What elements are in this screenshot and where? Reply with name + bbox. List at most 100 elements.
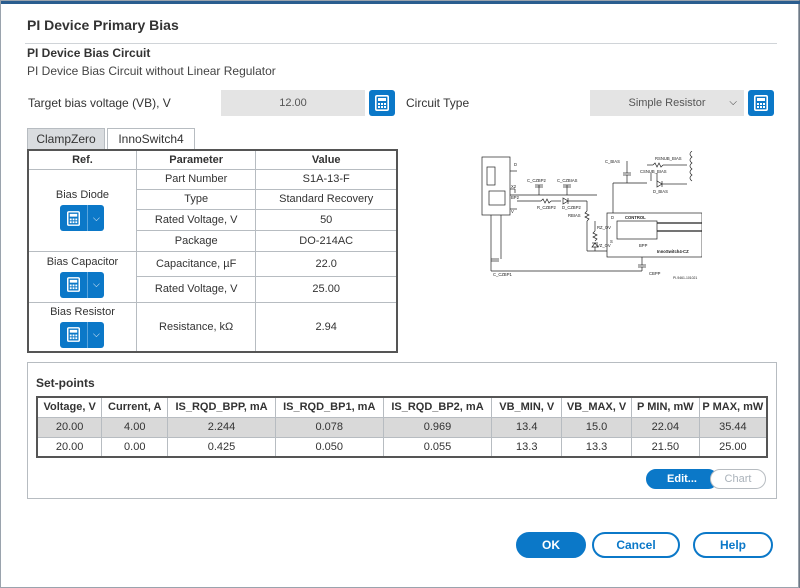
table-row: Bias Diode ⌵ Part Number S1A-13-F bbox=[27, 168, 398, 252]
table-cell: 35.44 bbox=[698, 416, 768, 438]
value-column-header: Value bbox=[255, 149, 398, 170]
value-cell: Standard Recovery bbox=[255, 188, 398, 210]
target-voltage-calculator-button[interactable] bbox=[369, 90, 395, 116]
table-cell: 20.00 bbox=[36, 436, 103, 458]
table-cell: 13.3 bbox=[491, 436, 563, 458]
schematic-label-r-czbp2: R_CZBP2 bbox=[537, 205, 557, 210]
schematic-label-csnub: CSNUB_BIAS bbox=[640, 169, 667, 174]
calculator-icon bbox=[67, 277, 81, 292]
table-row: Bias Capacitor ⌵ Capacitance, µF 22.0 bbox=[27, 250, 398, 303]
chevron-down-icon[interactable]: ⌵ bbox=[88, 272, 104, 298]
bias-diode-calculator-split-button[interactable]: ⌵ bbox=[60, 205, 105, 231]
schematic-label-d-bias: D_BIAS bbox=[653, 189, 668, 194]
schematic-label-x2: X2 bbox=[511, 184, 517, 189]
table-cell: 0.050 bbox=[274, 436, 384, 458]
column-header: VB_MIN, V bbox=[491, 396, 563, 418]
bias-circuit-schematic: D X2 BP2 V C_CZBP2 C_CZBIAS R_CZBP2 D_CZ… bbox=[481, 151, 702, 280]
table-cell: 13.4 bbox=[491, 416, 563, 438]
column-header: VB_MAX, V bbox=[561, 396, 632, 418]
bias-capacitor-ref-cell: Bias Capacitor ⌵ bbox=[27, 250, 137, 303]
schematic-label-c-czbias: C_CZBIAS bbox=[557, 178, 578, 183]
table-row[interactable]: 20.00 4.00 2.244 0.078 0.969 13.4 15.0 2… bbox=[36, 416, 768, 438]
dialog-title: PI Device Primary Bias bbox=[27, 17, 179, 33]
table-cell: 0.055 bbox=[382, 436, 493, 458]
bias-diode-ref-cell: Bias Diode ⌵ bbox=[27, 168, 137, 252]
table-cell: 4.00 bbox=[101, 416, 169, 438]
bias-diode-label: Bias Diode bbox=[55, 189, 110, 201]
calculator-icon bbox=[67, 327, 81, 343]
schematic-label-vz-ov: VZ_OV bbox=[597, 243, 611, 248]
column-header: P MAX, mW bbox=[698, 396, 768, 418]
setpoints-title: Set-points bbox=[36, 376, 95, 390]
param-cell: Capacitance, µF bbox=[135, 250, 257, 277]
tab-clampzero[interactable]: ClampZero bbox=[27, 128, 105, 150]
bias-diode-calculator-button[interactable] bbox=[60, 205, 89, 231]
cancel-button[interactable]: Cancel bbox=[592, 532, 680, 558]
circuit-type-calculator-button[interactable] bbox=[748, 90, 774, 116]
window-top-strip bbox=[1, 1, 800, 4]
table-cell: 20.00 bbox=[36, 416, 103, 438]
component-parameters-table: Ref. Parameter Value Bias Diode ⌵ Part N… bbox=[27, 149, 398, 353]
column-header: P MIN, mW bbox=[631, 396, 700, 418]
section-subheading: PI Device Bias Circuit without Linear Re… bbox=[27, 64, 276, 78]
target-voltage-label: Target bias voltage (VB), V bbox=[28, 96, 171, 110]
column-header: IS_RQD_BP1, mA bbox=[274, 396, 384, 418]
schematic-label-d-czbp2: D_CZBP2 bbox=[562, 205, 582, 210]
schematic-ref-number: PI-9461-101021 bbox=[673, 276, 697, 280]
table-row[interactable]: 20.00 0.00 0.425 0.050 0.055 13.3 13.3 2… bbox=[36, 436, 768, 458]
table-cell: 0.969 bbox=[382, 416, 493, 438]
circuit-type-select[interactable]: Simple Resistor ⌵ bbox=[590, 90, 744, 116]
bias-resistor-label: Bias Resistor bbox=[50, 305, 115, 318]
chevron-down-icon: ⌵ bbox=[729, 97, 737, 108]
param-cell: Package bbox=[135, 229, 257, 252]
table-cell: 0.425 bbox=[167, 436, 276, 458]
chevron-down-icon[interactable]: ⌵ bbox=[88, 322, 104, 348]
schematic-label-c-czbp1: C_CZBP1 bbox=[493, 272, 513, 277]
schematic-label-d: D bbox=[514, 162, 517, 167]
title-divider bbox=[25, 43, 777, 44]
circuit-type-label: Circuit Type bbox=[406, 96, 470, 110]
table-cell: 13.3 bbox=[561, 436, 632, 458]
schematic-label-rsnub: RSNUB_BIAS bbox=[655, 156, 682, 161]
value-cell: 25.00 bbox=[255, 275, 398, 303]
bias-capacitor-calculator-button[interactable] bbox=[60, 271, 89, 298]
schematic-label-c-czbp2: C_CZBP2 bbox=[527, 178, 547, 183]
param-cell: Part Number bbox=[135, 168, 257, 190]
calculator-icon bbox=[754, 95, 768, 111]
column-header: Current, A bbox=[101, 396, 169, 418]
schematic-label-c-bias: C_BIAS bbox=[605, 159, 620, 164]
table-cell: 15.0 bbox=[561, 416, 632, 438]
ref-column-header: Ref. bbox=[27, 149, 137, 170]
tab-innoswitch4[interactable]: InnoSwitch4 bbox=[107, 128, 195, 150]
value-cell: DO-214AC bbox=[255, 229, 398, 252]
column-header: Voltage, V bbox=[36, 396, 103, 418]
target-voltage-field[interactable]: 12.00 bbox=[221, 90, 365, 116]
bias-resistor-calculator-split-button[interactable]: ⌵ bbox=[60, 321, 105, 348]
schematic-label-inno: InnoSwitch4-CZ bbox=[657, 249, 689, 254]
schematic-label-control: CONTROL bbox=[625, 215, 646, 220]
param-cell: Rated Voltage, V bbox=[135, 275, 257, 303]
help-button[interactable]: Help bbox=[693, 532, 773, 558]
circuit-type-value: Simple Resistor bbox=[628, 97, 706, 109]
schematic-label-bp2: BP2 bbox=[511, 195, 520, 200]
table-cell: 25.00 bbox=[698, 436, 768, 458]
value-cell: S1A-13-F bbox=[255, 168, 398, 190]
table-row: Bias Resistor ⌵ Resistance, kΩ 2.94 bbox=[27, 301, 398, 353]
value-cell: 50 bbox=[255, 208, 398, 231]
chart-button[interactable]: Chart bbox=[710, 469, 766, 489]
schematic-label-vs: V bbox=[511, 209, 514, 214]
table-cell: 0.078 bbox=[274, 416, 384, 438]
param-cell: Resistance, kΩ bbox=[135, 301, 257, 353]
ok-button[interactable]: OK bbox=[516, 532, 586, 558]
setpoints-table: Voltage, V Current, A IS_RQD_BPP, mA IS_… bbox=[36, 396, 768, 458]
edit-setpoints-button[interactable]: Edit... bbox=[646, 469, 718, 489]
schematic-label-rbias: RBIAS bbox=[568, 213, 581, 218]
calculator-icon bbox=[375, 95, 389, 111]
schematic-label-d2: D bbox=[611, 215, 614, 220]
chevron-down-icon[interactable]: ⌵ bbox=[88, 205, 104, 231]
primary-bias-dialog: PI Device Primary Bias PI Device Bias Ci… bbox=[0, 0, 800, 588]
bias-capacitor-calculator-split-button[interactable]: ⌵ bbox=[60, 271, 105, 298]
column-header: IS_RQD_BP2, mA bbox=[382, 396, 493, 418]
column-header: IS_RQD_BPP, mA bbox=[167, 396, 276, 418]
bias-resistor-calculator-button[interactable] bbox=[60, 321, 89, 348]
